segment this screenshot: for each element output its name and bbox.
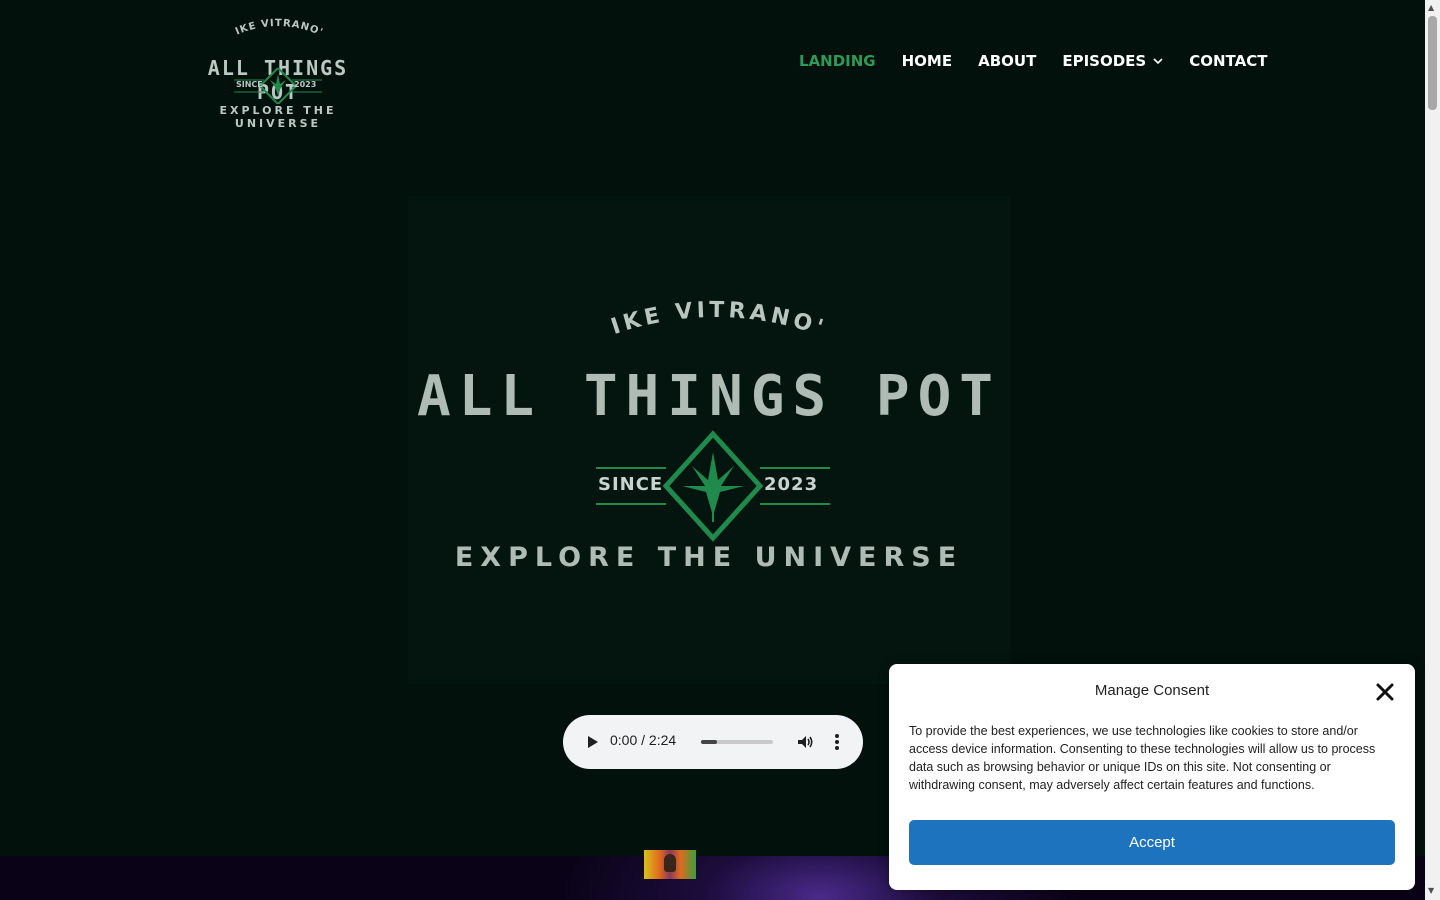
hero-leaf-badge: [596, 430, 830, 542]
audio-time: 0:00 / 2:24: [610, 732, 677, 748]
episode-thumbnail[interactable]: [644, 850, 696, 879]
nav-item-contact[interactable]: CONTACT: [1189, 52, 1267, 70]
hero-logo: MIKE VITRANO'S ALL THINGS POT SINCE 2023…: [408, 196, 1010, 684]
hero-year: 2023: [764, 474, 819, 495]
scrollbar-thumb[interactable]: [1428, 16, 1437, 110]
logo-year: 2023: [294, 80, 317, 89]
consent-body: To provide the best experiences, we use …: [909, 724, 1376, 792]
play-icon[interactable]: [583, 733, 601, 751]
accept-button[interactable]: Accept: [909, 820, 1395, 865]
thumbnail-figure: [664, 854, 676, 872]
hero-since: SINCE: [598, 474, 664, 495]
logo-arc-text: MIKE VITRANO'S: [182, 14, 325, 39]
logo-tagline: EXPLORE THE UNIVERSE: [219, 104, 337, 130]
hero-tagline: EXPLORE THE UNIVERSE: [454, 542, 964, 573]
consent-title: Manage Consent: [1094, 682, 1210, 699]
main-nav: LANDING HOME ABOUT EPISODES CONTACT: [799, 52, 1267, 70]
logo-top-text: MIKE VITRANO'S: [182, 14, 324, 39]
scroll-down-arrow-icon[interactable]: ▼: [1428, 886, 1434, 895]
page-scrollbar[interactable]: ▲ ▼: [1425, 0, 1440, 900]
nav-item-episodes[interactable]: EPISODES: [1062, 52, 1163, 70]
chevron-down-icon: [1153, 57, 1163, 64]
nav-item-about[interactable]: ABOUT: [978, 52, 1036, 70]
svg-text:MIKE VITRANO'S: MIKE VITRANO'S: [182, 14, 325, 39]
audio-progress-fill: [701, 740, 717, 744]
nav-item-episodes-label: EPISODES: [1062, 52, 1147, 70]
close-icon[interactable]: [1374, 681, 1396, 703]
audio-progress-slider[interactable]: [701, 740, 773, 744]
logo-since: SINCE: [236, 80, 263, 89]
scroll-up-arrow-icon[interactable]: ▲: [1428, 3, 1434, 12]
nav-item-landing[interactable]: LANDING: [799, 52, 876, 70]
more-options-icon[interactable]: [831, 731, 843, 753]
consent-dialog: Manage Consent To provide the best exper…: [889, 664, 1415, 890]
site-logo[interactable]: MIKE VITRANO'S ALL THINGS POT SINCE 2023…: [182, 14, 374, 130]
volume-icon[interactable]: [795, 732, 815, 752]
nav-item-home[interactable]: HOME: [902, 52, 952, 70]
site-header: MIKE VITRANO'S ALL THINGS POT SINCE 2023…: [0, 0, 1425, 130]
audio-player[interactable]: 0:00 / 2:24: [563, 715, 863, 769]
